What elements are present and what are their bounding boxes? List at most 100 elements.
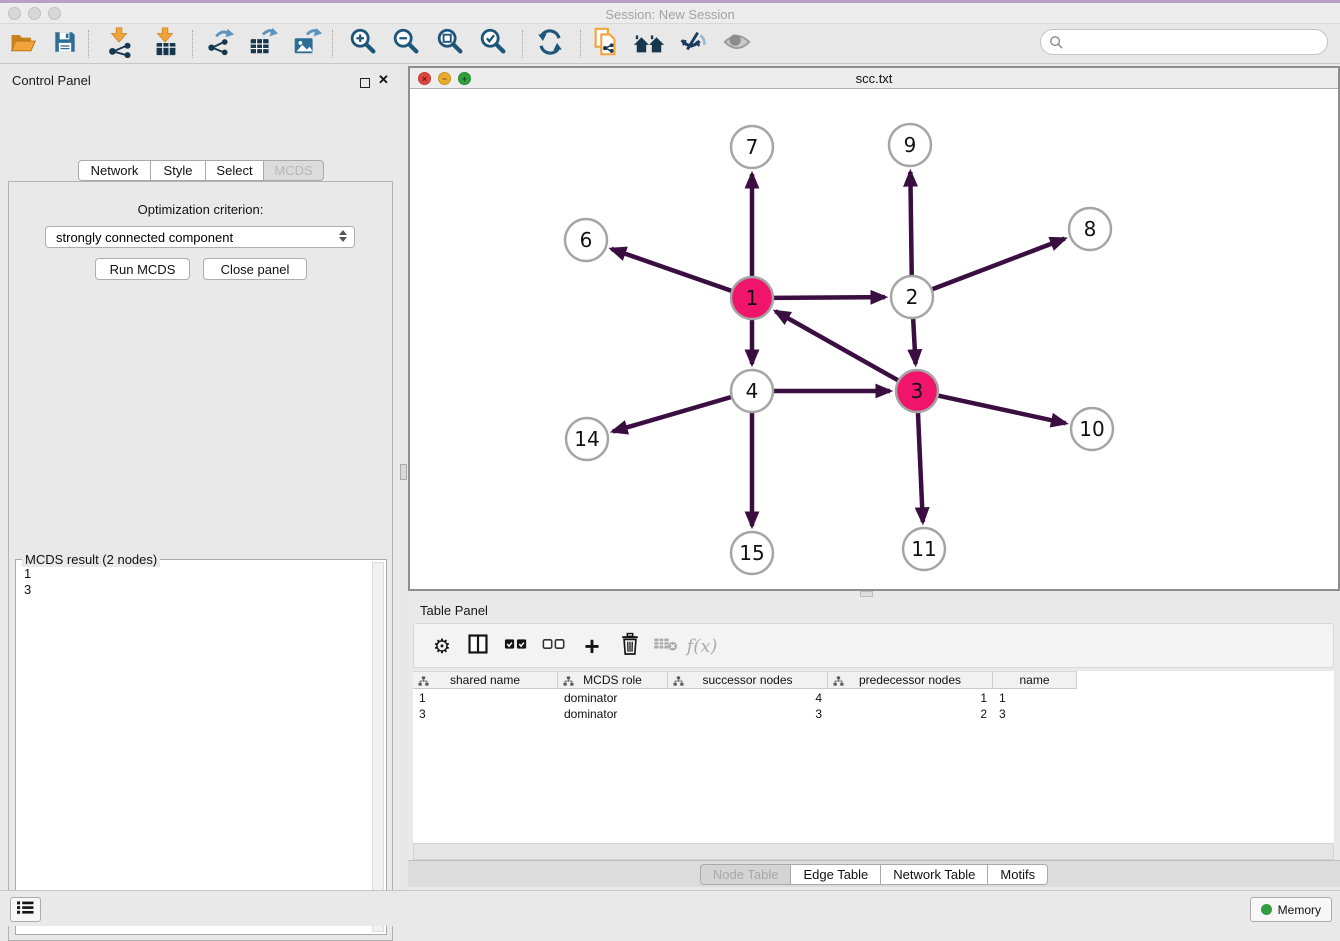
column-header-name[interactable]: name	[993, 671, 1077, 689]
zoom-out-icon	[390, 26, 422, 63]
deselect-all-button[interactable]	[538, 630, 570, 662]
graph-edge-1-2[interactable]	[774, 297, 885, 298]
columns-icon	[467, 633, 489, 660]
optimization-dropdown[interactable]: strongly connected component	[45, 226, 355, 248]
graph-node-label: 15	[739, 541, 764, 565]
toolbar-separator	[332, 30, 333, 58]
float-panel-icon[interactable]	[360, 75, 370, 93]
graph-edge-3-1[interactable]	[776, 311, 898, 380]
tab-node-table[interactable]: Node Table	[700, 864, 792, 885]
zoom-fit-button[interactable]	[432, 27, 468, 61]
memory-label: Memory	[1278, 903, 1321, 917]
tab-network-table[interactable]: Network Table	[881, 864, 988, 885]
cell-shared-name: 3	[413, 707, 558, 721]
import-table-button[interactable]	[148, 27, 184, 61]
cell-shared-name: 1	[413, 691, 558, 705]
table-panel: Table Panel ✕ ⚙ + f(x) shared name	[408, 597, 1340, 890]
close-panel-icon[interactable]: ✕	[378, 75, 389, 85]
graph-node-label: 8	[1084, 217, 1097, 241]
open-session-button[interactable]	[5, 27, 41, 61]
tab-network[interactable]: Network	[78, 160, 151, 181]
search-input[interactable]	[1064, 35, 1314, 50]
create-column-button[interactable]: +	[576, 630, 608, 662]
export-image-button[interactable]	[288, 27, 324, 61]
graph-edge-2-8[interactable]	[933, 239, 1065, 290]
graph-node-label: 7	[746, 135, 759, 159]
close-panel-button[interactable]: Close panel	[203, 258, 307, 280]
hide-eye-button[interactable]	[675, 27, 711, 61]
table-settings-button[interactable]: ⚙	[426, 630, 458, 662]
tab-style[interactable]: Style	[151, 160, 206, 181]
splitter-handle[interactable]	[400, 464, 407, 480]
graph-node-label: 2	[906, 285, 919, 309]
tab-mcds[interactable]: MCDS	[264, 160, 324, 181]
delete-table-button-disabled[interactable]	[650, 630, 682, 662]
zoom-selected-icon	[477, 26, 509, 63]
main-toolbar	[0, 24, 1340, 64]
mcds-panel: Optimization criterion: strongly connect…	[8, 181, 393, 941]
table-scrollbar-track[interactable]	[413, 843, 1334, 860]
zoom-selected-button[interactable]	[475, 27, 511, 61]
mcds-result-title: MCDS result (2 nodes)	[22, 552, 160, 567]
cell-successor-nodes: 3	[668, 707, 828, 721]
trash-icon	[620, 632, 640, 661]
export-table-icon	[245, 26, 279, 63]
dropdown-value: strongly connected component	[56, 230, 233, 245]
tab-motifs[interactable]: Motifs	[988, 864, 1048, 885]
tab-select[interactable]: Select	[206, 160, 264, 181]
vertical-splitter[interactable]	[400, 64, 408, 891]
table-toolbar: ⚙ + f(x)	[413, 623, 1334, 668]
table-row[interactable]: 3 dominator 3 2 3	[413, 706, 1077, 722]
apply-function-button-disabled[interactable]: f(x)	[686, 630, 718, 662]
cell-successor-nodes: 4	[668, 691, 828, 705]
status-bar: Memory	[0, 890, 1340, 926]
show-eye-button[interactable]	[719, 27, 755, 61]
network-window-title: scc.txt	[410, 71, 1338, 86]
show-columns-button[interactable]	[462, 630, 494, 662]
cell-name: 1	[993, 691, 1077, 705]
column-header-successor-nodes[interactable]: successor nodes	[668, 671, 828, 689]
refresh-button[interactable]	[532, 27, 568, 61]
column-header-predecessor-nodes[interactable]: predecessor nodes	[828, 671, 993, 689]
graph-edge-2-9[interactable]	[910, 172, 911, 275]
export-network-button[interactable]	[202, 27, 238, 61]
run-mcds-button[interactable]: Run MCDS	[95, 258, 190, 280]
graph-node-label: 4	[746, 379, 759, 403]
zoom-in-button[interactable]	[345, 27, 381, 61]
table-row[interactable]: 1 dominator 4 1 1	[413, 690, 1077, 706]
table-body: 1 dominator 4 1 1 3 dominator 3 2 3	[413, 690, 1077, 722]
column-header-mcds-role[interactable]: MCDS role	[558, 671, 668, 689]
toolbar-separator	[88, 30, 89, 58]
graph-node-label: 6	[580, 228, 593, 252]
import-network-button[interactable]	[102, 27, 138, 61]
clone-network-button[interactable]	[588, 27, 624, 61]
mcds-result-text: 1 3	[24, 566, 31, 598]
graph-edge-3-10[interactable]	[938, 396, 1065, 424]
zoom-in-icon	[347, 26, 379, 63]
node-table: shared name MCDS role successor nodes pr…	[413, 671, 1334, 843]
mcds-result-scrollbar[interactable]	[372, 562, 384, 932]
houses-button[interactable]	[631, 27, 667, 61]
show-eye-icon	[720, 26, 754, 63]
control-panel: Control Panel ✕ Network Style Select MCD…	[0, 64, 400, 890]
clone-network-icon	[590, 25, 622, 64]
graph-edge-2-3[interactable]	[913, 319, 915, 364]
network-canvas[interactable]: 1234678910111415	[410, 89, 1338, 589]
delete-columns-button[interactable]	[614, 630, 646, 662]
export-table-button[interactable]	[244, 27, 280, 61]
select-all-button[interactable]	[500, 630, 532, 662]
graph-edge-1-6[interactable]	[611, 249, 731, 291]
zoom-fit-icon	[434, 26, 466, 63]
graph-edge-3-11[interactable]	[918, 413, 923, 522]
task-history-button[interactable]	[10, 897, 41, 922]
column-type-icon	[833, 676, 844, 690]
cell-mcds-role: dominator	[558, 707, 668, 721]
save-session-button[interactable]	[47, 27, 83, 61]
column-header-shared-name[interactable]: shared name	[413, 671, 558, 689]
memory-button[interactable]: Memory	[1250, 897, 1332, 922]
graph-edge-4-14[interactable]	[613, 397, 731, 431]
zoom-out-button[interactable]	[388, 27, 424, 61]
search-icon	[1049, 35, 1064, 50]
tab-edge-table[interactable]: Edge Table	[791, 864, 881, 885]
import-network-icon	[104, 26, 136, 63]
